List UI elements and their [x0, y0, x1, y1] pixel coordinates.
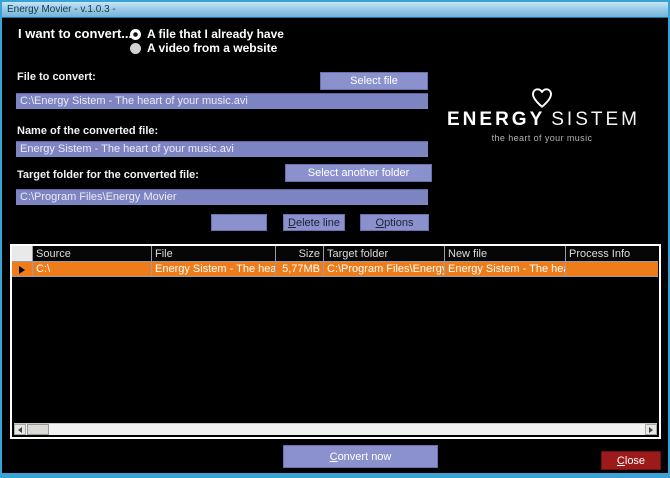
header-source[interactable]: Source — [33, 246, 152, 262]
header-target-folder[interactable]: Target folder — [324, 246, 445, 262]
scrollbar-thumb[interactable] — [27, 424, 49, 435]
close-button-label: Close — [616, 454, 646, 467]
select-another-folder-button-label: Select another folder — [307, 167, 410, 179]
target-folder-field[interactable]: C:\Program Files\Energy Movier — [16, 189, 428, 205]
row-selector-cell[interactable] — [12, 262, 33, 277]
close-button[interactable]: Close — [601, 451, 661, 470]
options-button-label: Options — [375, 216, 414, 229]
convert-prompt: I want to convert... — [18, 26, 133, 41]
converted-name-label: Name of the converted file: — [17, 125, 159, 137]
window-title: Energy Movier - v.1.0.3 - — [7, 4, 116, 15]
app-window: Energy Movier - v.1.0.3 - I want to conv… — [0, 0, 670, 478]
select-file-button-label: Select file — [350, 75, 398, 87]
target-folder-label: Target folder for the converted file: — [17, 169, 199, 181]
header-size[interactable]: Size — [276, 246, 324, 262]
title-bar[interactable]: Energy Movier - v.1.0.3 - — [2, 2, 668, 18]
header-row-selector — [12, 246, 33, 262]
table-header-row: Source File Size Target folder New file … — [12, 246, 659, 262]
file-to-convert-label: File to convert: — [17, 71, 96, 83]
cell-source[interactable]: C:\ — [33, 262, 152, 277]
radio-file-already-have-label[interactable]: A file that I already have — [147, 27, 284, 41]
file-to-convert-field[interactable]: C:\Energy Sistem - The heart of your mus… — [16, 93, 428, 109]
row-selector-arrow-icon — [19, 266, 25, 274]
header-file[interactable]: File — [152, 246, 276, 262]
cell-new-file[interactable]: Energy Sistem - The heart of your music.… — [445, 262, 566, 277]
convert-now-button-label: Convert now — [329, 450, 392, 463]
header-process-info[interactable]: Process Info — [566, 246, 658, 262]
radio-video-from-website-label[interactable]: A video from a website — [147, 41, 277, 55]
scroll-left-button[interactable] — [14, 424, 26, 435]
header-new-file[interactable]: New file — [445, 246, 566, 262]
radio-video-from-website[interactable] — [130, 43, 141, 54]
heart-icon — [531, 88, 553, 108]
brand-name-light: SISTEM — [551, 109, 640, 130]
cell-target-folder[interactable]: C:\Program Files\Energy Movier — [324, 262, 445, 277]
conversion-table: Source File Size Target folder New file … — [10, 244, 661, 439]
scroll-left-icon — [18, 426, 22, 433]
table-row[interactable]: C:\ Energy Sistem - The heart of your mu… — [12, 262, 659, 277]
cell-size[interactable]: 5,77MB — [276, 262, 324, 277]
cell-file[interactable]: Energy Sistem - The heart of your music.… — [152, 262, 276, 277]
blank-action-button[interactable] — [211, 214, 267, 231]
delete-line-button[interactable]: Delete line — [283, 214, 345, 231]
horizontal-scrollbar[interactable] — [14, 423, 657, 435]
select-file-button[interactable]: Select file — [320, 72, 428, 90]
delete-line-button-label: Delete line — [288, 216, 340, 229]
brand-tagline: the heart of your music — [491, 133, 593, 143]
select-another-folder-button[interactable]: Select another folder — [285, 164, 432, 182]
options-button[interactable]: Options — [360, 214, 429, 231]
brand-logo: ENERGY SISTEM the heart of your music — [447, 85, 637, 143]
convert-now-button[interactable]: Convert now — [283, 445, 438, 468]
cell-process-info[interactable] — [566, 262, 658, 277]
scroll-right-icon — [649, 426, 653, 433]
scroll-right-button[interactable] — [645, 424, 657, 435]
client-area: I want to convert... A file that I alrea… — [2, 19, 668, 473]
brand-name: ENERGY SISTEM — [447, 109, 637, 131]
brand-name-bold: ENERGY — [447, 109, 546, 130]
radio-file-already-have[interactable] — [130, 29, 141, 40]
converted-name-field[interactable]: Energy Sistem - The heart of your music.… — [16, 141, 428, 157]
